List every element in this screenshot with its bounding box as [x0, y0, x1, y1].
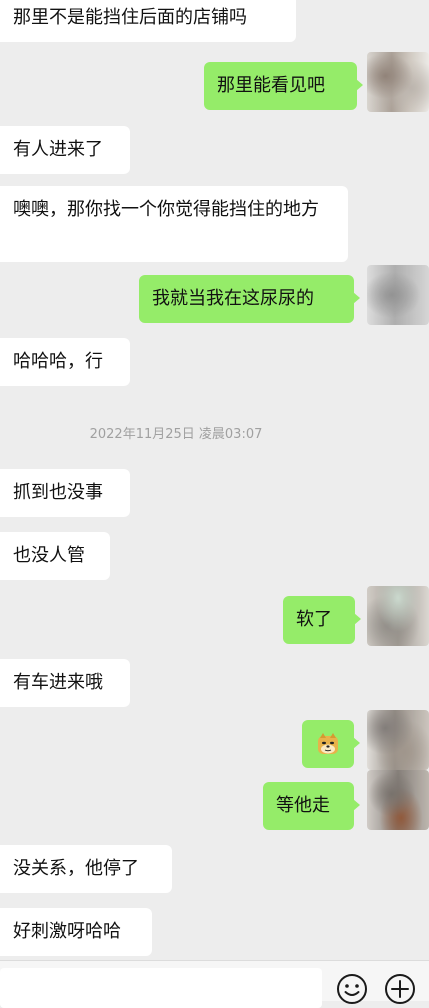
incoming-message-bubble[interactable]: 好刺激呀哈哈: [0, 908, 152, 956]
outgoing-emoji-bubble[interactable]: [302, 720, 360, 768]
incoming-message-bubble[interactable]: 也没人管: [0, 532, 110, 580]
message-text: 也没人管: [13, 545, 85, 566]
message-text: 等他走: [276, 795, 330, 816]
message-text: 抓到也没事: [13, 482, 103, 503]
incoming-message-bubble[interactable]: 没关系，他停了: [0, 845, 172, 893]
message-text: 有车进来哦: [13, 672, 103, 693]
input-bar: [0, 960, 429, 1008]
message-text: 有人进来了: [13, 139, 103, 160]
my-avatar[interactable]: [367, 265, 429, 325]
chat-timestamp: 2022年11月25日 凌晨03:07: [89, 427, 263, 442]
incoming-message-bubble[interactable]: 哈哈哈，行: [0, 338, 130, 386]
incoming-message-bubble[interactable]: 有车进来哦: [0, 659, 130, 707]
outgoing-message-bubble[interactable]: 我就当我在这尿尿的: [139, 275, 360, 323]
incoming-message-bubble[interactable]: 有人进来了: [0, 126, 130, 174]
outgoing-message-bubble[interactable]: 软了: [283, 596, 361, 644]
my-avatar[interactable]: [367, 770, 429, 830]
message-text: 那里不是能挡住后面的店铺吗: [13, 7, 247, 28]
my-avatar[interactable]: [367, 586, 429, 646]
message-text: 好刺激呀哈哈: [13, 921, 121, 942]
outgoing-message-bubble[interactable]: 等他走: [263, 782, 360, 830]
message-text: 我就当我在这尿尿的: [152, 288, 314, 309]
message-input[interactable]: [0, 968, 322, 1008]
message-text: 哈哈哈，行: [13, 351, 103, 372]
my-avatar[interactable]: [367, 710, 429, 770]
incoming-message-bubble[interactable]: 噢噢，那你找一个你觉得能挡住的地方: [0, 186, 348, 262]
incoming-message-bubble[interactable]: 抓到也没事: [0, 469, 130, 517]
message-text: 没关系，他停了: [13, 858, 139, 879]
incoming-message-bubble[interactable]: 那里不是能挡住后面的店铺吗: [0, 0, 296, 42]
chat-message-list[interactable]: 那里不是能挡住后面的店铺吗 那里能看见吧 有人进来了 噢噢，那你找一个你觉得能挡…: [0, 0, 429, 960]
outgoing-message-bubble[interactable]: 那里能看见吧: [204, 62, 363, 110]
plus-icon[interactable]: [384, 973, 416, 1005]
my-avatar[interactable]: [367, 52, 429, 112]
doge-emoji: [318, 733, 338, 754]
message-text: 软了: [296, 609, 332, 630]
emoji-icon[interactable]: [336, 973, 368, 1005]
message-text: 那里能看见吧: [217, 75, 325, 96]
message-text: 噢噢，那你找一个你觉得能挡住的地方: [13, 199, 319, 220]
